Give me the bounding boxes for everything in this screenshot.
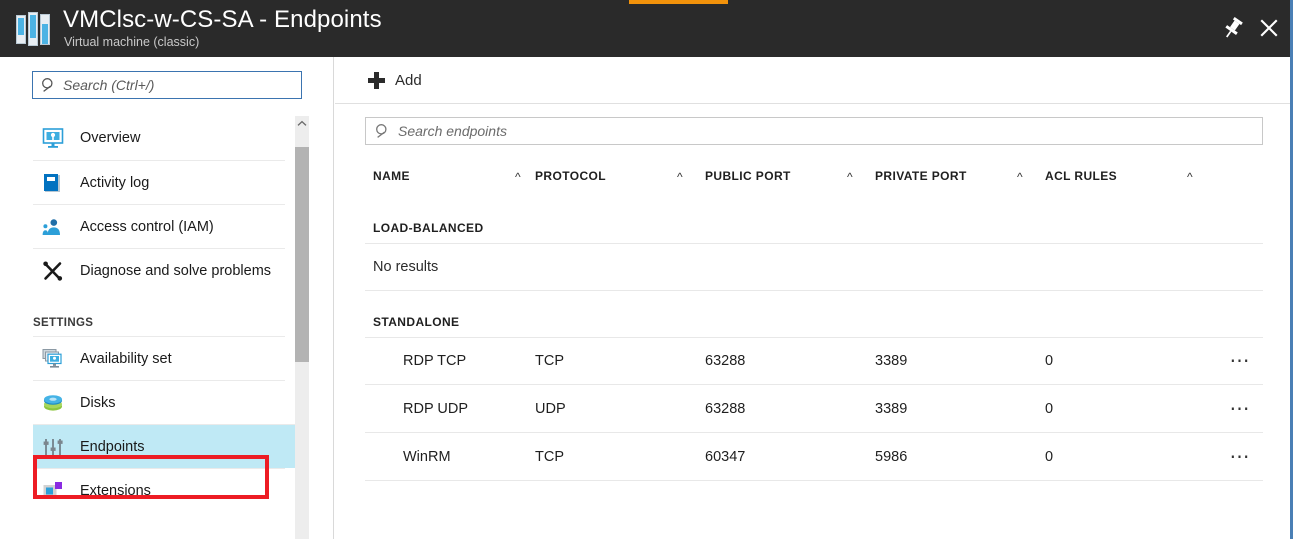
cell-protocol: TCP <box>535 448 564 465</box>
add-button-label: Add <box>395 71 422 89</box>
sidebar-item-label: Availability set <box>80 350 172 367</box>
search-input[interactable] <box>63 72 295 98</box>
sidebar-item-access-control[interactable]: Access control (IAM) <box>33 204 285 248</box>
scroll-up-arrow-icon[interactable] <box>295 116 309 130</box>
sidebar-item-endpoints[interactable]: Endpoints <box>33 424 295 468</box>
cell-acl-rules: 0 <box>1045 448 1054 465</box>
close-icon[interactable] <box>1253 12 1285 44</box>
column-header-acl-rules[interactable]: ACL RULES ^ <box>1045 169 1215 184</box>
sidebar-nav-list: Overview Activity log Access control (IA… <box>0 116 334 539</box>
section-empty-row: No results <box>365 243 1263 291</box>
sidebar-item-disks[interactable]: Disks <box>33 380 285 424</box>
cell-acl-rules: 0 <box>1045 353 1054 369</box>
endpoints-content: Add NAME ^ PROTOCOL ^ <box>335 57 1293 539</box>
overview-monitor-icon <box>42 127 64 149</box>
sidebar-item-label: Activity log <box>80 174 150 191</box>
sidebar-group-label: SETTINGS <box>33 317 94 329</box>
column-header-private-port[interactable]: PRIVATE PORT ^ <box>875 169 1045 184</box>
sidebar-item-label: Extensions <box>80 482 151 499</box>
sidebar-group-settings: SETTINGS <box>33 292 285 336</box>
section-label: LOAD-BALANCED <box>373 221 484 235</box>
cell-name: RDP TCP <box>403 353 467 369</box>
sidebar-item-label: Endpoints <box>80 438 145 455</box>
page-subtitle: Virtual machine (classic) <box>64 35 200 49</box>
sidebar-item-overview[interactable]: Overview <box>33 116 285 160</box>
cell-private-port: 5986 <box>875 448 908 465</box>
sidebar-item-extensions[interactable]: Extensions <box>33 468 285 512</box>
sidebar-item-label: Overview <box>80 130 141 146</box>
column-header-public-port[interactable]: PUBLIC PORT ^ <box>705 169 875 184</box>
page-title: VMClsc-w-CS-SA - Endpoints <box>63 6 382 33</box>
active-blade-accent-bar <box>629 0 728 4</box>
column-header-name[interactable]: NAME ^ <box>365 169 535 184</box>
blade-header: VMClsc-w-CS-SA - Endpoints Virtual machi… <box>0 0 1293 57</box>
cell-name: WinRM <box>403 448 451 465</box>
add-endpoint-button[interactable]: Add <box>358 62 432 98</box>
wrench-screwdriver-icon <box>42 260 64 282</box>
section-label: STANDALONE <box>373 315 460 329</box>
extensions-icon <box>42 480 64 502</box>
table-row[interactable]: WinRM TCP 60347 5986 0 ⋯ <box>365 433 1263 481</box>
cell-protocol: UDP <box>535 400 566 417</box>
activity-log-book-icon <box>42 172 64 194</box>
chevron-up-icon[interactable]: ^ <box>515 170 521 184</box>
endpoints-search-input[interactable] <box>398 118 1248 144</box>
sidebar-item-diagnose[interactable]: Diagnose and solve problems <box>33 248 285 292</box>
grid-header-row: NAME ^ PROTOCOL ^ PUBLIC PORT ^ PRIVATE … <box>365 155 1263 197</box>
cell-protocol: TCP <box>535 353 564 369</box>
sidebar-scrollbar[interactable] <box>295 116 309 539</box>
virtual-machine-icon <box>14 11 54 47</box>
availability-set-icon <box>42 348 64 370</box>
cell-acl-rules: 0 <box>1045 400 1054 417</box>
cell-name: RDP UDP <box>403 400 468 417</box>
plus-icon <box>368 71 385 89</box>
sidebar-item-label: Disks <box>80 394 116 411</box>
scrollbar-thumb[interactable] <box>295 147 309 362</box>
endpoints-search-box[interactable] <box>365 117 1263 145</box>
more-options-icon[interactable]: ⋯ <box>1226 399 1256 419</box>
cell-public-port: 63288 <box>705 400 746 417</box>
sidebar-search-box[interactable] <box>32 71 302 99</box>
sidebar-item-label: Access control (IAM) <box>80 218 214 235</box>
no-results-text: No results <box>373 259 439 275</box>
table-row[interactable]: RDP UDP UDP 63288 3389 0 ⋯ <box>365 385 1263 433</box>
chevron-up-icon[interactable]: ^ <box>677 170 683 184</box>
command-toolbar: Add <box>335 57 1293 104</box>
chevron-up-icon[interactable]: ^ <box>1017 170 1023 184</box>
section-header-standalone: STANDALONE <box>365 291 1263 337</box>
column-header-protocol[interactable]: PROTOCOL ^ <box>535 169 705 184</box>
cell-public-port: 63288 <box>705 353 746 369</box>
chevron-up-icon[interactable]: ^ <box>847 170 853 184</box>
pin-icon[interactable] <box>1217 12 1249 44</box>
sidebar-item-label: Diagnose and solve problems <box>80 262 272 279</box>
more-options-icon[interactable]: ⋯ <box>1226 351 1256 371</box>
sidebar-item-availability-set[interactable]: Availability set <box>33 336 285 380</box>
cell-public-port: 60347 <box>705 448 746 465</box>
cell-private-port: 3389 <box>875 353 908 369</box>
search-icon <box>375 123 391 145</box>
endpoints-grid: NAME ^ PROTOCOL ^ PUBLIC PORT ^ PRIVATE … <box>365 155 1263 481</box>
endpoints-sliders-icon <box>42 436 64 458</box>
access-control-users-icon <box>42 216 64 238</box>
blade-sidebar: Overview Activity log <box>0 57 334 539</box>
azure-portal-blade: VMClsc-w-CS-SA - Endpoints Virtual machi… <box>0 0 1293 539</box>
cell-private-port: 3389 <box>875 400 908 417</box>
sidebar-item-activity-log[interactable]: Activity log <box>33 160 285 204</box>
more-options-icon[interactable]: ⋯ <box>1226 447 1256 467</box>
table-row[interactable]: RDP TCP TCP 63288 3389 0 ⋯ <box>365 337 1263 385</box>
search-icon <box>41 77 57 99</box>
section-header-load-balanced: LOAD-BALANCED <box>365 197 1263 243</box>
chevron-up-icon[interactable]: ^ <box>1187 170 1193 184</box>
disks-icon <box>42 392 64 414</box>
